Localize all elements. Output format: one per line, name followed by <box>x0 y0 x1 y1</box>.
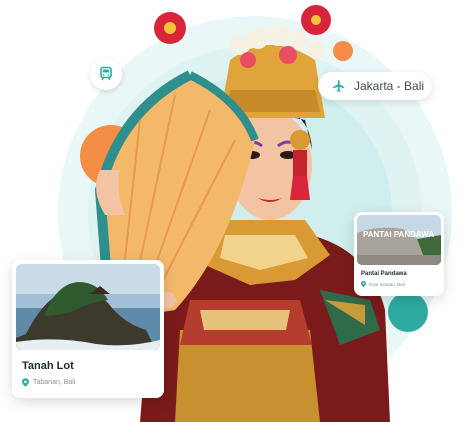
photo-sign-text: PANTAI PANDAWA <box>363 230 434 239</box>
card-title: Pantai Pandawa <box>361 271 407 277</box>
route-chip[interactable]: Jakarta - Bali <box>318 72 432 100</box>
card-title: Tanah Lot <box>22 360 74 372</box>
destination-card-tanah-lot[interactable]: Tanah Lot Tabanan, Bali <box>12 260 164 398</box>
hero-illustration: Jakarta - Bali Tanah Lot Tabanan, Bali P… <box>0 0 472 422</box>
airplane-icon <box>333 80 345 92</box>
destination-card-pantai-pandawa[interactable]: PANTAI PANDAWA Pantai Pandawa Kuta Selat… <box>354 212 444 296</box>
location-pin-icon <box>361 281 366 287</box>
train-chip[interactable] <box>90 58 122 90</box>
card-location: Kuta Selatan, Bali <box>369 281 405 287</box>
tanah-lot-photo <box>16 264 160 350</box>
train-icon <box>100 66 112 81</box>
card-location: Tabanan, Bali <box>33 379 76 386</box>
route-label: Jakarta - Bali <box>354 79 425 93</box>
pantai-pandawa-photo: PANTAI PANDAWA <box>357 215 441 265</box>
location-pin-icon <box>22 378 29 387</box>
